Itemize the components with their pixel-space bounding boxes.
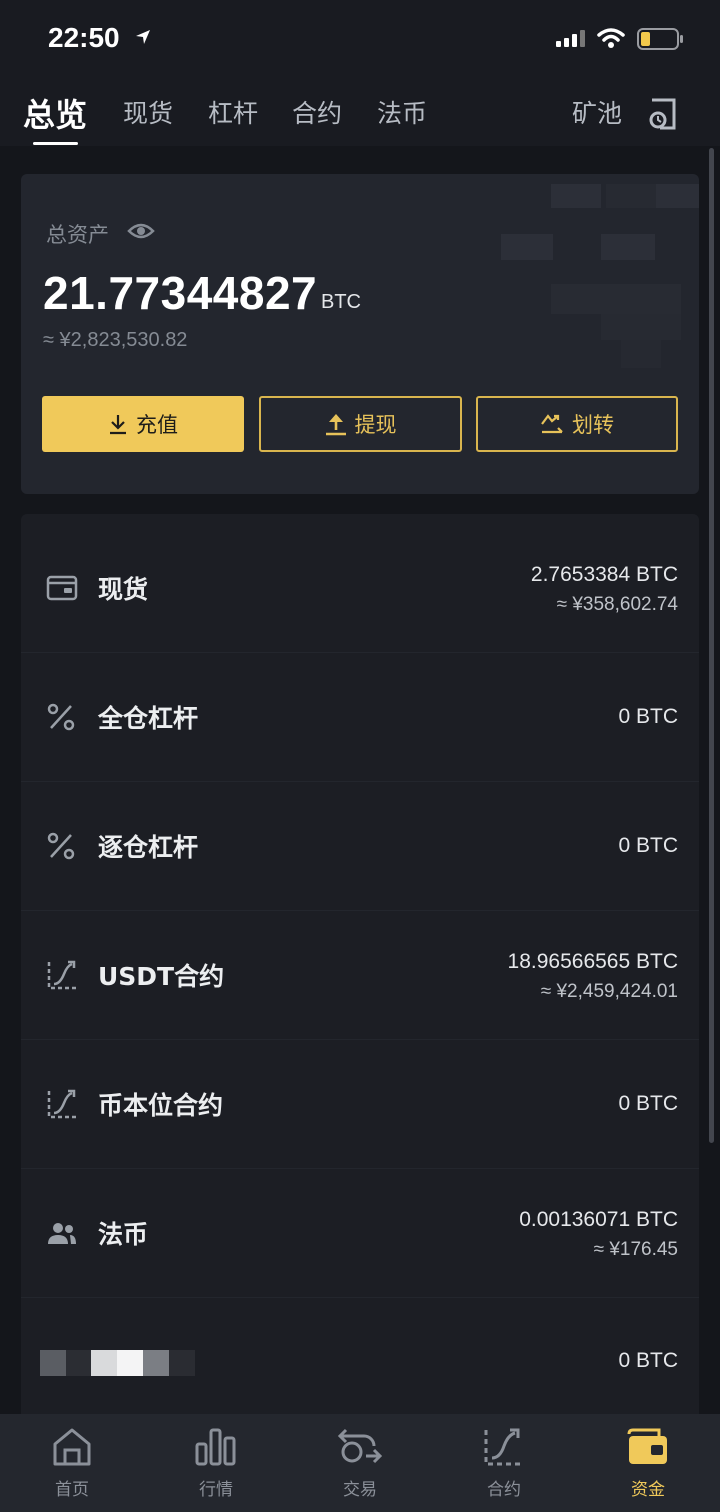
users-icon — [48, 1223, 76, 1244]
nav-funds-label: 资金 — [631, 1480, 665, 1500]
active-tab-indicator — [33, 142, 78, 145]
account-cny-value: ≈ ¥2,459,424.01 — [540, 981, 678, 1002]
nav-home-label: 首页 — [55, 1480, 89, 1500]
top-tab-bar: 总览 现货 杠杆 合约 法币 矿池 — [0, 80, 720, 146]
decoration — [656, 184, 699, 208]
tab-mining-pool[interactable]: 矿池 — [572, 94, 622, 130]
tab-margin[interactable]: 杠杆 — [208, 94, 258, 130]
tab-spot[interactable]: 现货 — [123, 94, 173, 130]
account-row-isolated-margin[interactable]: 逐仓杠杆 0 BTC — [21, 782, 699, 911]
decoration — [551, 184, 601, 208]
account-btc-value: 0 BTC — [618, 705, 678, 728]
nav-trade-label: 交易 — [343, 1480, 377, 1500]
account-list: 现货 2.7653384 BTC ≈ ¥358,602.74 全仓杠杆 0 BT… — [21, 514, 699, 1414]
percent-icon — [47, 703, 75, 731]
total-assets-label: 总资产 — [46, 223, 109, 247]
account-row-coin-futures[interactable]: 币本位合约 0 BTC — [21, 1040, 699, 1169]
scrollbar[interactable] — [709, 148, 714, 1143]
wallet-icon — [46, 575, 78, 601]
withdraw-button[interactable]: 提现 — [259, 396, 462, 452]
redacted-block — [91, 1349, 117, 1376]
account-row-fiat[interactable]: 法币 0.00136071 BTC ≈ ¥176.45 — [21, 1169, 699, 1298]
wifi-icon — [597, 28, 625, 48]
account-row-spot[interactable]: 现货 2.7653384 BTC ≈ ¥358,602.74 — [21, 524, 699, 653]
tab-fiat[interactable]: 法币 — [377, 94, 427, 130]
download-icon — [110, 415, 126, 435]
account-btc-value: 0 BTC — [618, 1349, 678, 1372]
withdraw-label: 提现 — [354, 413, 397, 437]
account-row-cross-margin[interactable]: 全仓杠杆 0 BTC — [21, 653, 699, 782]
status-time: 22:50 — [48, 22, 120, 53]
account-name: 法币 — [98, 1220, 149, 1249]
account-name: 现货 — [98, 575, 149, 604]
redacted-block — [66, 1349, 91, 1376]
redacted-block — [117, 1349, 143, 1376]
futures-icon — [484, 1428, 522, 1466]
total-btc-unit: BTC — [321, 291, 361, 313]
account-btc-value: 0 BTC — [618, 1092, 678, 1115]
battery-icon — [637, 28, 683, 50]
status-bar: 22:50 — [0, 0, 720, 80]
total-btc-amount: 21.77344827 — [43, 267, 318, 319]
deposit-button[interactable]: 充值 — [42, 396, 244, 452]
account-cny-value: ≈ ¥176.45 — [593, 1239, 678, 1260]
home-icon — [53, 1428, 91, 1466]
percent-icon — [47, 832, 75, 860]
nav-funds[interactable]: 资金 — [576, 1414, 720, 1512]
account-btc-value: 0 BTC — [618, 834, 678, 857]
futures-icon — [47, 1089, 76, 1119]
tab-overview[interactable]: 总览 — [23, 90, 87, 136]
deposit-label: 充值 — [136, 413, 178, 437]
redacted-block — [169, 1349, 195, 1376]
trade-icon — [337, 1428, 383, 1464]
tab-futures[interactable]: 合约 — [292, 94, 342, 130]
account-row-usdt-futures[interactable]: USDT合约 18.96566565 BTC ≈ ¥2,459,424.01 — [21, 911, 699, 1040]
account-name: 全仓杠杆 — [98, 704, 199, 733]
account-btc-value: 0.00136071 BTC — [519, 1208, 678, 1231]
decoration — [621, 340, 661, 368]
account-row-hidden[interactable]: 0 BTC — [21, 1298, 699, 1414]
transfer-icon — [541, 414, 563, 434]
redacted-block — [40, 1349, 66, 1376]
account-name: 币本位合约 — [98, 1091, 224, 1120]
decoration — [606, 184, 656, 208]
account-name: USDT合约 — [98, 962, 225, 991]
nav-home[interactable]: 首页 — [0, 1414, 144, 1512]
decoration — [551, 284, 681, 314]
nav-trade[interactable]: 交易 — [288, 1414, 432, 1512]
wallet-icon — [627, 1428, 667, 1464]
location-arrow-icon — [136, 30, 150, 44]
account-cny-value: ≈ ¥358,602.74 — [556, 594, 678, 615]
transfer-label: 划转 — [572, 413, 614, 437]
nav-futures-label: 合约 — [487, 1480, 521, 1500]
eye-icon[interactable] — [127, 221, 155, 241]
upload-icon — [325, 414, 346, 436]
futures-icon — [47, 960, 76, 990]
nav-futures[interactable]: 合约 — [432, 1414, 576, 1512]
account-btc-value: 2.7653384 BTC — [530, 563, 678, 586]
decoration — [501, 234, 553, 260]
account-btc-value: 18.96566565 BTC — [507, 950, 678, 973]
total-cny-value: ≈ ¥2,823,530.82 — [43, 329, 188, 351]
nav-markets[interactable]: 行情 — [144, 1414, 288, 1512]
total-assets-card: 总资产 21.77344827 BTC ≈ ¥2,823,530.82 充值 提… — [21, 174, 699, 494]
bottom-nav: 首页 行情 交易 合约 资金 — [0, 1414, 720, 1512]
nav-markets-label: 行情 — [199, 1480, 233, 1500]
bar-chart-icon — [195, 1428, 236, 1466]
account-name: 逐仓杠杆 — [98, 833, 199, 862]
history-icon[interactable] — [646, 96, 678, 132]
decoration — [601, 314, 681, 340]
cellular-signal-icon — [556, 30, 585, 47]
redacted-block — [143, 1349, 169, 1376]
transfer-button[interactable]: 划转 — [476, 396, 678, 452]
decoration — [601, 234, 655, 260]
